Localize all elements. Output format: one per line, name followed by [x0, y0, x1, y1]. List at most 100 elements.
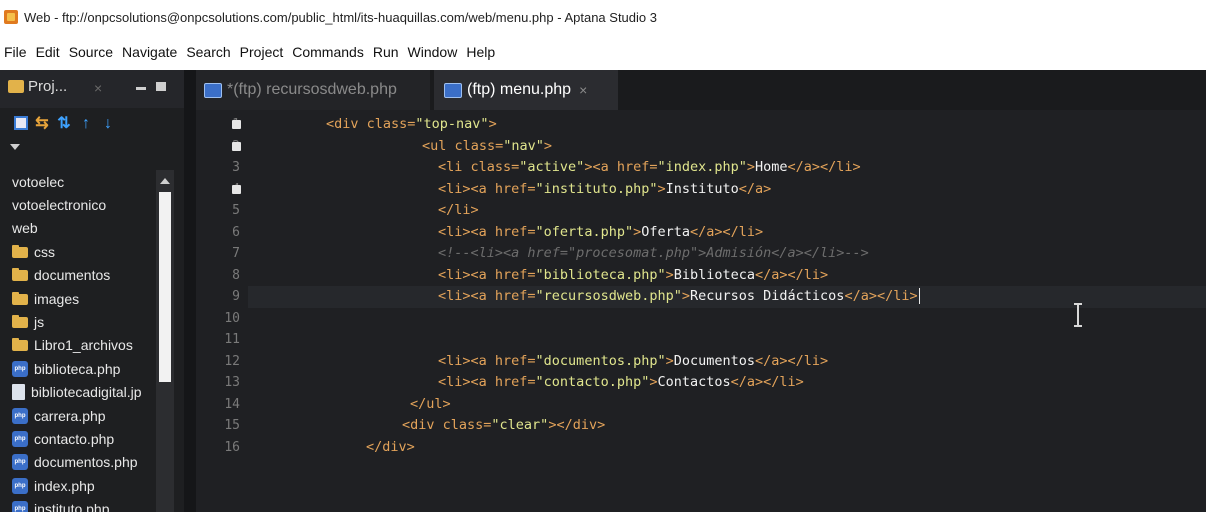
code-token: "clear": [491, 417, 549, 433]
menu-window[interactable]: Window: [408, 44, 458, 60]
file-tree: votoelec votoelectronico web css documentos i…: [0, 170, 168, 512]
line-number: 7: [232, 246, 240, 261]
code-editor[interactable]: 12345678910111213141516 <div class="top-…: [196, 110, 1206, 512]
close-icon[interactable]: ×: [94, 80, 102, 96]
code-token: >: [488, 116, 497, 132]
line-number: 9: [232, 289, 240, 304]
fold-marker-icon[interactable]: [232, 120, 241, 129]
code-token: </a>: [738, 180, 772, 197]
fold-marker-icon[interactable]: [232, 141, 241, 151]
tree-item[interactable]: php instituto.php: [0, 497, 168, 512]
tree-item-label: js: [34, 314, 45, 331]
explorer-toolbar: ⇆ ⇅ ↑ ↓: [14, 116, 116, 132]
code-line[interactable]: <div class="top-nav">: [248, 114, 1206, 136]
menu-file[interactable]: File: [4, 44, 27, 60]
code-line[interactable]: <li class="active"><a href="index.php">H…: [248, 157, 1206, 179]
code-line[interactable]: <li><a href="contacto.php">Contactos</a>…: [248, 372, 1206, 394]
tree-item-label: biblioteca.php: [34, 360, 121, 377]
tree-item[interactable]: php index.php: [0, 474, 168, 497]
code-line[interactable]: [248, 329, 1206, 351]
tree-item-label: images: [34, 290, 80, 307]
close-icon[interactable]: ×: [579, 82, 587, 98]
menu-project[interactable]: Project: [240, 44, 284, 60]
folder-icon: [12, 244, 28, 260]
minimize-icon[interactable]: [136, 87, 146, 90]
aptana-app-icon: [4, 10, 18, 24]
code-token: <ul class=: [422, 137, 504, 154]
menu-edit[interactable]: Edit: [36, 44, 60, 60]
code-line[interactable]: <li><a href="oferta.php">Oferta</a></li>: [248, 222, 1206, 244]
panel-divider[interactable]: [184, 70, 196, 512]
folder-icon: [12, 314, 28, 330]
menu-navigate[interactable]: Navigate: [122, 44, 177, 60]
php-file-icon: [444, 82, 462, 98]
tab-recursosdweb[interactable]: *(ftp) recursosdweb.php: [196, 70, 430, 110]
code-token: >: [665, 352, 674, 369]
menu-source[interactable]: Source: [69, 44, 113, 60]
maximize-icon[interactable]: [156, 82, 166, 91]
code-token: "contacto.php": [535, 374, 650, 390]
tree-item[interactable]: votoelec: [0, 170, 168, 193]
scrollbar[interactable]: [156, 170, 174, 512]
tab-menu[interactable]: (ftp) menu.php ×: [434, 70, 618, 110]
code-token: Biblioteca: [673, 266, 756, 283]
menu-search[interactable]: Search: [186, 44, 230, 60]
tree-item[interactable]: votoelectronico: [0, 193, 168, 216]
code-line[interactable]: <li><a href="recursosdweb.php">Recursos …: [248, 286, 1206, 308]
code-token: >: [543, 137, 553, 154]
scrollbar-thumb[interactable]: [159, 192, 171, 382]
code-token: <li><a href=: [438, 352, 536, 369]
upload-arrow-icon[interactable]: ↑: [78, 116, 94, 132]
sync-icon[interactable]: ⇆: [34, 116, 50, 132]
tree-item[interactable]: php contacto.php: [0, 427, 168, 450]
tree-item-label: carrera.php: [34, 407, 106, 424]
menu-help[interactable]: Help: [466, 44, 495, 60]
code-token: >: [665, 266, 674, 283]
line-number-gutter: 12345678910111213141516: [196, 110, 248, 512]
project-explorer-tab[interactable]: Proj...: [8, 78, 67, 95]
line-number: 12: [224, 353, 240, 369]
tree-item-label: contacto.php: [34, 430, 115, 447]
code-line[interactable]: <!--<li><a href="procesomat.php">Admisió…: [248, 243, 1206, 265]
tree-item[interactable]: php carrera.php: [0, 404, 168, 427]
tree-item[interactable]: php documentos.php: [0, 451, 168, 474]
code-token: "documentos.php": [535, 352, 666, 369]
php-file-icon: [204, 82, 222, 98]
tree-item-label: documentos: [34, 267, 111, 284]
code-token: </a></li>: [787, 159, 861, 175]
line-number: 11: [224, 332, 240, 347]
php-file-icon: php: [12, 501, 28, 512]
menu-commands[interactable]: Commands: [292, 44, 364, 60]
scroll-up-icon[interactable]: [160, 178, 170, 184]
code-line[interactable]: <li><a href="documentos.php">Documentos<…: [248, 351, 1206, 373]
fold-marker-icon[interactable]: [232, 184, 241, 194]
tree-item[interactable]: Libro1_archivos: [0, 334, 168, 357]
tree-item-label: documentos.php: [34, 454, 138, 471]
transfer-icon[interactable]: ⇅: [56, 116, 72, 132]
code-line[interactable]: </ul>: [248, 394, 1206, 416]
tree-item[interactable]: bibliotecadigital.jp: [0, 381, 168, 404]
chevron-down-icon[interactable]: [10, 144, 20, 150]
tree-item[interactable]: documentos: [0, 264, 168, 287]
tree-item[interactable]: web: [0, 217, 168, 240]
code-token: <div class=: [402, 417, 492, 433]
code-line[interactable]: </li>: [248, 200, 1206, 222]
code-token: Home: [755, 159, 788, 175]
code-line[interactable]: <li><a href="biblioteca.php">Biblioteca<…: [248, 265, 1206, 287]
download-arrow-icon[interactable]: ↓: [100, 116, 116, 132]
code-token: Recursos Didácticos: [690, 288, 845, 304]
tree-item[interactable]: images: [0, 287, 168, 310]
code-token: >: [681, 288, 690, 304]
code-line[interactable]: [248, 308, 1206, 330]
code-line[interactable]: <ul class="nav">: [248, 136, 1206, 158]
save-icon[interactable]: [14, 116, 28, 130]
tree-item[interactable]: css: [0, 240, 168, 263]
code-line[interactable]: </div>: [248, 437, 1206, 459]
code-line[interactable]: <li><a href="instituto.php">Instituto</a…: [248, 179, 1206, 201]
menu-run[interactable]: Run: [373, 44, 399, 60]
code-line[interactable]: <div class="clear"></div>: [248, 415, 1206, 437]
line-number: 8: [232, 267, 240, 283]
code-token: ><a href=: [584, 159, 658, 175]
tree-item[interactable]: js: [0, 310, 168, 333]
tree-item[interactable]: php biblioteca.php: [0, 357, 168, 380]
